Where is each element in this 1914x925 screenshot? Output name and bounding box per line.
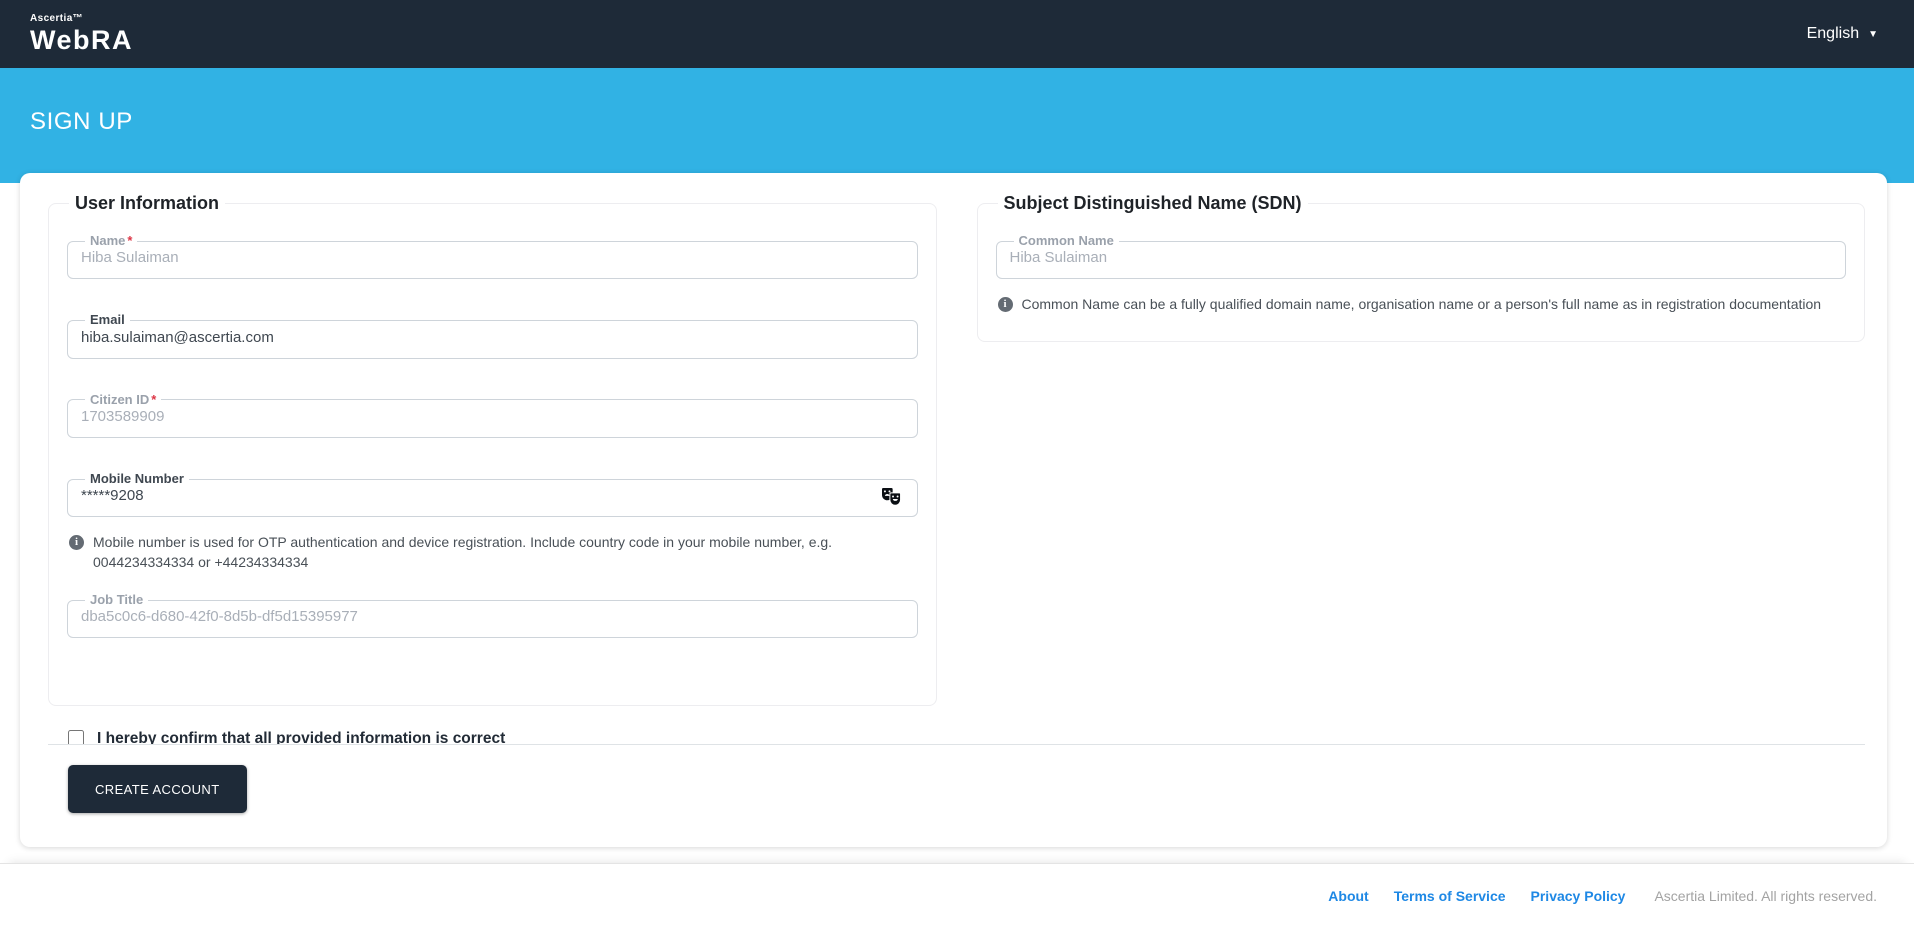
webra-logo: Ascertia™ WebRA <box>30 14 133 54</box>
mobile-number-input[interactable] <box>81 486 871 516</box>
confirm-row-clipped: I hereby confirm that all provided infor… <box>48 727 1865 745</box>
ascertia-brand-text: Ascertia™ <box>30 14 133 24</box>
required-asterisk: * <box>151 392 156 407</box>
job-title-field: Job Title <box>67 593 918 638</box>
common-name-field: Common Name <box>996 234 1847 279</box>
citizen-id-input <box>81 407 904 437</box>
mobile-number-field: Mobile Number <box>67 472 918 517</box>
signup-card: User Information Name* Email Citizen ID*… <box>20 173 1887 847</box>
language-selector[interactable]: English ▼ <box>1807 25 1878 43</box>
confirm-label: I hereby confirm that all provided infor… <box>97 727 505 745</box>
create-account-button[interactable]: CREATE ACCOUNT <box>68 765 247 813</box>
job-title-label: Job Title <box>85 593 148 607</box>
common-name-hint-text: Common Name can be a fully qualified dom… <box>1022 295 1822 315</box>
common-name-hint: Common Name can be a fully qualified dom… <box>998 295 1845 315</box>
citizen-id-field: Citizen ID* <box>67 393 918 438</box>
footer-link-about[interactable]: About <box>1328 888 1368 904</box>
webra-brand-text: WebRA <box>30 27 133 54</box>
footer-link-privacy[interactable]: Privacy Policy <box>1531 888 1626 904</box>
sdn-heading: Subject Distinguished Name (SDN) <box>998 193 1308 214</box>
common-name-input <box>1010 248 1833 278</box>
page-title: SIGN UP <box>30 108 133 136</box>
name-input <box>81 248 904 278</box>
footer-link-terms[interactable]: Terms of Service <box>1394 888 1506 904</box>
signup-banner: SIGN UP <box>0 68 1914 183</box>
copyright-text: Ascertia Limited. All rights reserved. <box>1654 888 1877 904</box>
email-field: Email <box>67 313 918 358</box>
email-input[interactable] <box>81 328 904 358</box>
top-navbar: Ascertia™ WebRA English ▼ <box>0 0 1914 68</box>
name-label: Name* <box>85 234 137 248</box>
mobile-number-label: Mobile Number <box>85 472 189 486</box>
masks-icon <box>881 487 902 506</box>
mobile-number-hint: Mobile number is used for OTP authentica… <box>69 533 916 573</box>
common-name-label: Common Name <box>1014 234 1119 248</box>
info-icon <box>69 535 84 550</box>
job-title-input <box>81 607 904 637</box>
user-information-heading: User Information <box>69 193 225 214</box>
info-icon <box>998 297 1013 312</box>
user-information-section: User Information Name* Email Citizen ID*… <box>48 193 937 706</box>
required-asterisk: * <box>127 233 132 248</box>
confirm-checkbox[interactable] <box>68 730 84 745</box>
citizen-id-label: Citizen ID* <box>85 393 161 407</box>
name-field: Name* <box>67 234 918 279</box>
language-label: English <box>1807 25 1859 43</box>
email-label: Email <box>85 313 130 327</box>
sdn-section: Subject Distinguished Name (SDN) Common … <box>977 193 1866 342</box>
chevron-down-icon: ▼ <box>1868 28 1878 40</box>
page-footer: About Terms of Service Privacy Policy As… <box>0 863 1914 925</box>
mobile-hint-text: Mobile number is used for OTP authentica… <box>93 533 863 573</box>
